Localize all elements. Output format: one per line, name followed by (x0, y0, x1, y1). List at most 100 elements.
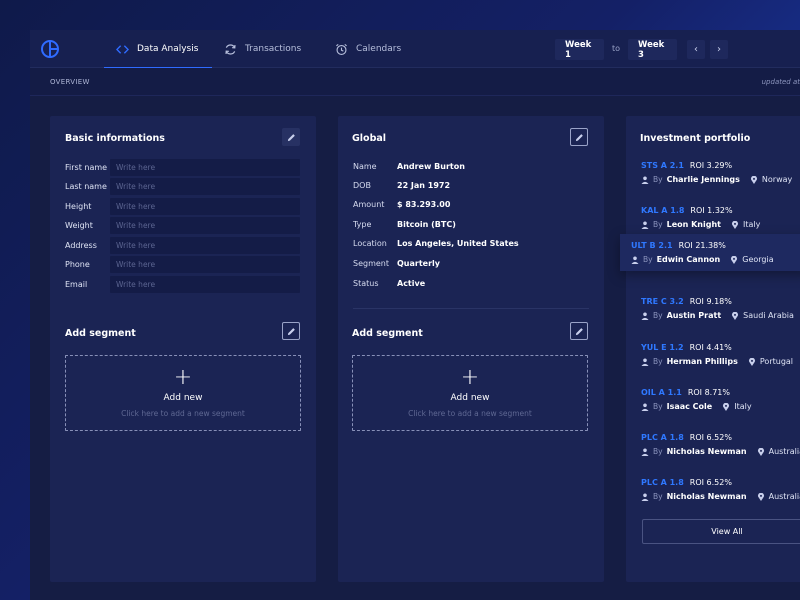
breadcrumb-bar: OVERVIEW updated at (30, 68, 800, 96)
field-label: Weight (65, 221, 93, 230)
weight-row: Weight (65, 217, 305, 234)
investment-portfolio-card: Investment portfolio STS A 2.1 ROI 3.29% … (620, 116, 800, 582)
portfolio-item[interactable]: PLC A 1.8 ROI 6.52% By Nicholas Newman Au… (641, 478, 800, 501)
location-pin-icon (732, 311, 739, 320)
portfolio-owner: Austin Pratt (666, 311, 722, 320)
pencil-icon (575, 133, 583, 141)
info-value: 22 Jan 1972 (397, 181, 451, 190)
field-label: Email (65, 280, 88, 289)
pencil-icon (287, 133, 295, 141)
tab-label: Transactions (245, 44, 302, 54)
info-row-segment: Segment Quarterly (353, 259, 440, 271)
email-row: Email (65, 276, 305, 293)
add-new-label: Add new (450, 392, 490, 403)
add-segment-dropzone[interactable]: + Add new Click here to add a new segmen… (65, 355, 301, 431)
portfolio-item[interactable]: STS A 2.1 ROI 3.29% By Charlie Jennings N… (641, 161, 800, 184)
info-row-status: Status Active (353, 279, 425, 291)
info-label: Segment (353, 259, 389, 268)
user-icon (641, 358, 649, 366)
previous-week-button[interactable]: ‹ (687, 40, 705, 59)
updated-timestamp: updated at (761, 78, 800, 86)
location-pin-icon (748, 357, 755, 366)
next-week-button[interactable]: › (710, 40, 728, 59)
by-label: By (653, 402, 663, 411)
info-label: Status (353, 279, 379, 288)
info-label: Amount (353, 200, 385, 209)
portfolio-item[interactable]: KAL A 1.8 ROI 1.32% By Leon Knight Italy (641, 206, 800, 229)
add-new-hint: Click here to add a new segment (121, 408, 245, 418)
user-icon (641, 403, 649, 411)
edit-segment-button[interactable] (570, 322, 588, 340)
info-row-dob: DOB 22 Jan 1972 (353, 181, 450, 193)
add-new-label: Add new (163, 392, 203, 403)
add-segment-dropzone[interactable]: + Add new Click here to add a new segmen… (352, 355, 588, 431)
plus-icon: + (460, 364, 480, 390)
global-card: Global Name Andrew Burton DOB 22 Jan 197… (338, 116, 604, 582)
portfolio-code: TRE C 3.2 (641, 297, 684, 306)
tab-transactions[interactable]: Transactions (224, 30, 301, 68)
code-icon (116, 44, 129, 54)
user-icon (641, 312, 649, 320)
address-input[interactable] (110, 237, 300, 254)
pencil-icon (575, 327, 583, 335)
first-name-row: First name (65, 159, 305, 176)
info-value: Andrew Burton (397, 162, 465, 171)
week-from-button[interactable]: Week 1 (555, 39, 604, 60)
portfolio-item[interactable]: YUL E 1.2 ROI 4.41% By Herman Phillips Po… (641, 343, 800, 366)
portfolio-item-hovered[interactable]: ULT B 2.1 ROI 21.38% By Edwin Cannon Geor… (620, 234, 800, 271)
portfolio-item[interactable]: OIL A 1.1 ROI 8.71% By Isaac Cole Italy (641, 388, 800, 411)
segment-title: Add segment (352, 328, 423, 339)
by-label: By (653, 311, 663, 320)
user-icon (641, 448, 649, 456)
portfolio-country: Georgia (742, 255, 774, 264)
portfolio-owner: Leon Knight (666, 220, 721, 229)
info-row-location: Location Los Angeles, United States (353, 239, 519, 251)
breadcrumb-overview[interactable]: OVERVIEW (50, 78, 90, 86)
edit-segment-button[interactable] (282, 322, 300, 340)
card-title: Basic informations (65, 133, 165, 144)
portfolio-item[interactable]: TRE C 3.2 ROI 9.18% By Austin Pratt Saudi… (641, 297, 800, 320)
height-input[interactable] (110, 198, 300, 215)
portfolio-code: KAL A 1.8 (641, 206, 685, 215)
info-value: Active (397, 279, 426, 288)
edit-global-button[interactable] (570, 128, 588, 146)
tab-label: Calendars (356, 44, 402, 54)
portfolio-code: PLC A 1.8 (641, 433, 684, 442)
tab-data-analysis[interactable]: Data Analysis (103, 30, 213, 69)
field-label: First name (65, 163, 108, 172)
tab-label: Data Analysis (137, 44, 199, 54)
card-title: Global (352, 133, 387, 144)
card-title: Investment portfolio (640, 133, 751, 144)
portfolio-roi: ROI 6.52% (689, 478, 732, 487)
field-label: Last name (65, 182, 107, 191)
portfolio-country: Norway (761, 175, 793, 184)
weight-input[interactable] (110, 217, 300, 234)
info-label: Type (353, 220, 372, 229)
logo-icon[interactable] (40, 39, 60, 59)
pencil-icon (287, 327, 295, 335)
portfolio-country: Saudi Arabia (743, 311, 794, 320)
by-label: By (643, 255, 653, 264)
week-to-button[interactable]: Week 3 (628, 39, 677, 60)
email-input[interactable] (110, 276, 300, 293)
field-label: Address (65, 241, 97, 250)
by-label: By (653, 175, 663, 184)
portfolio-country: Australia (768, 447, 800, 456)
last-name-input[interactable] (110, 178, 300, 195)
field-label: Phone (65, 260, 90, 269)
user-icon (641, 176, 649, 184)
user-icon (631, 256, 639, 264)
edit-basic-info-button[interactable] (282, 128, 300, 146)
chevron-right-icon: › (717, 44, 721, 55)
info-value: Los Angeles, United States (397, 239, 519, 248)
portfolio-item[interactable]: PLC A 1.8 ROI 6.52% By Nicholas Newman Au… (641, 433, 800, 456)
last-name-row: Last name (65, 178, 305, 195)
view-all-button[interactable]: View All (642, 519, 800, 544)
phone-input[interactable] (110, 256, 300, 273)
portfolio-roi: ROI 4.41% (689, 343, 732, 352)
refresh-icon (225, 43, 236, 55)
first-name-input[interactable] (110, 159, 300, 176)
tab-calendars[interactable]: Calendars (335, 30, 401, 68)
location-pin-icon (750, 175, 757, 184)
portfolio-code: YUL E 1.2 (641, 343, 684, 352)
